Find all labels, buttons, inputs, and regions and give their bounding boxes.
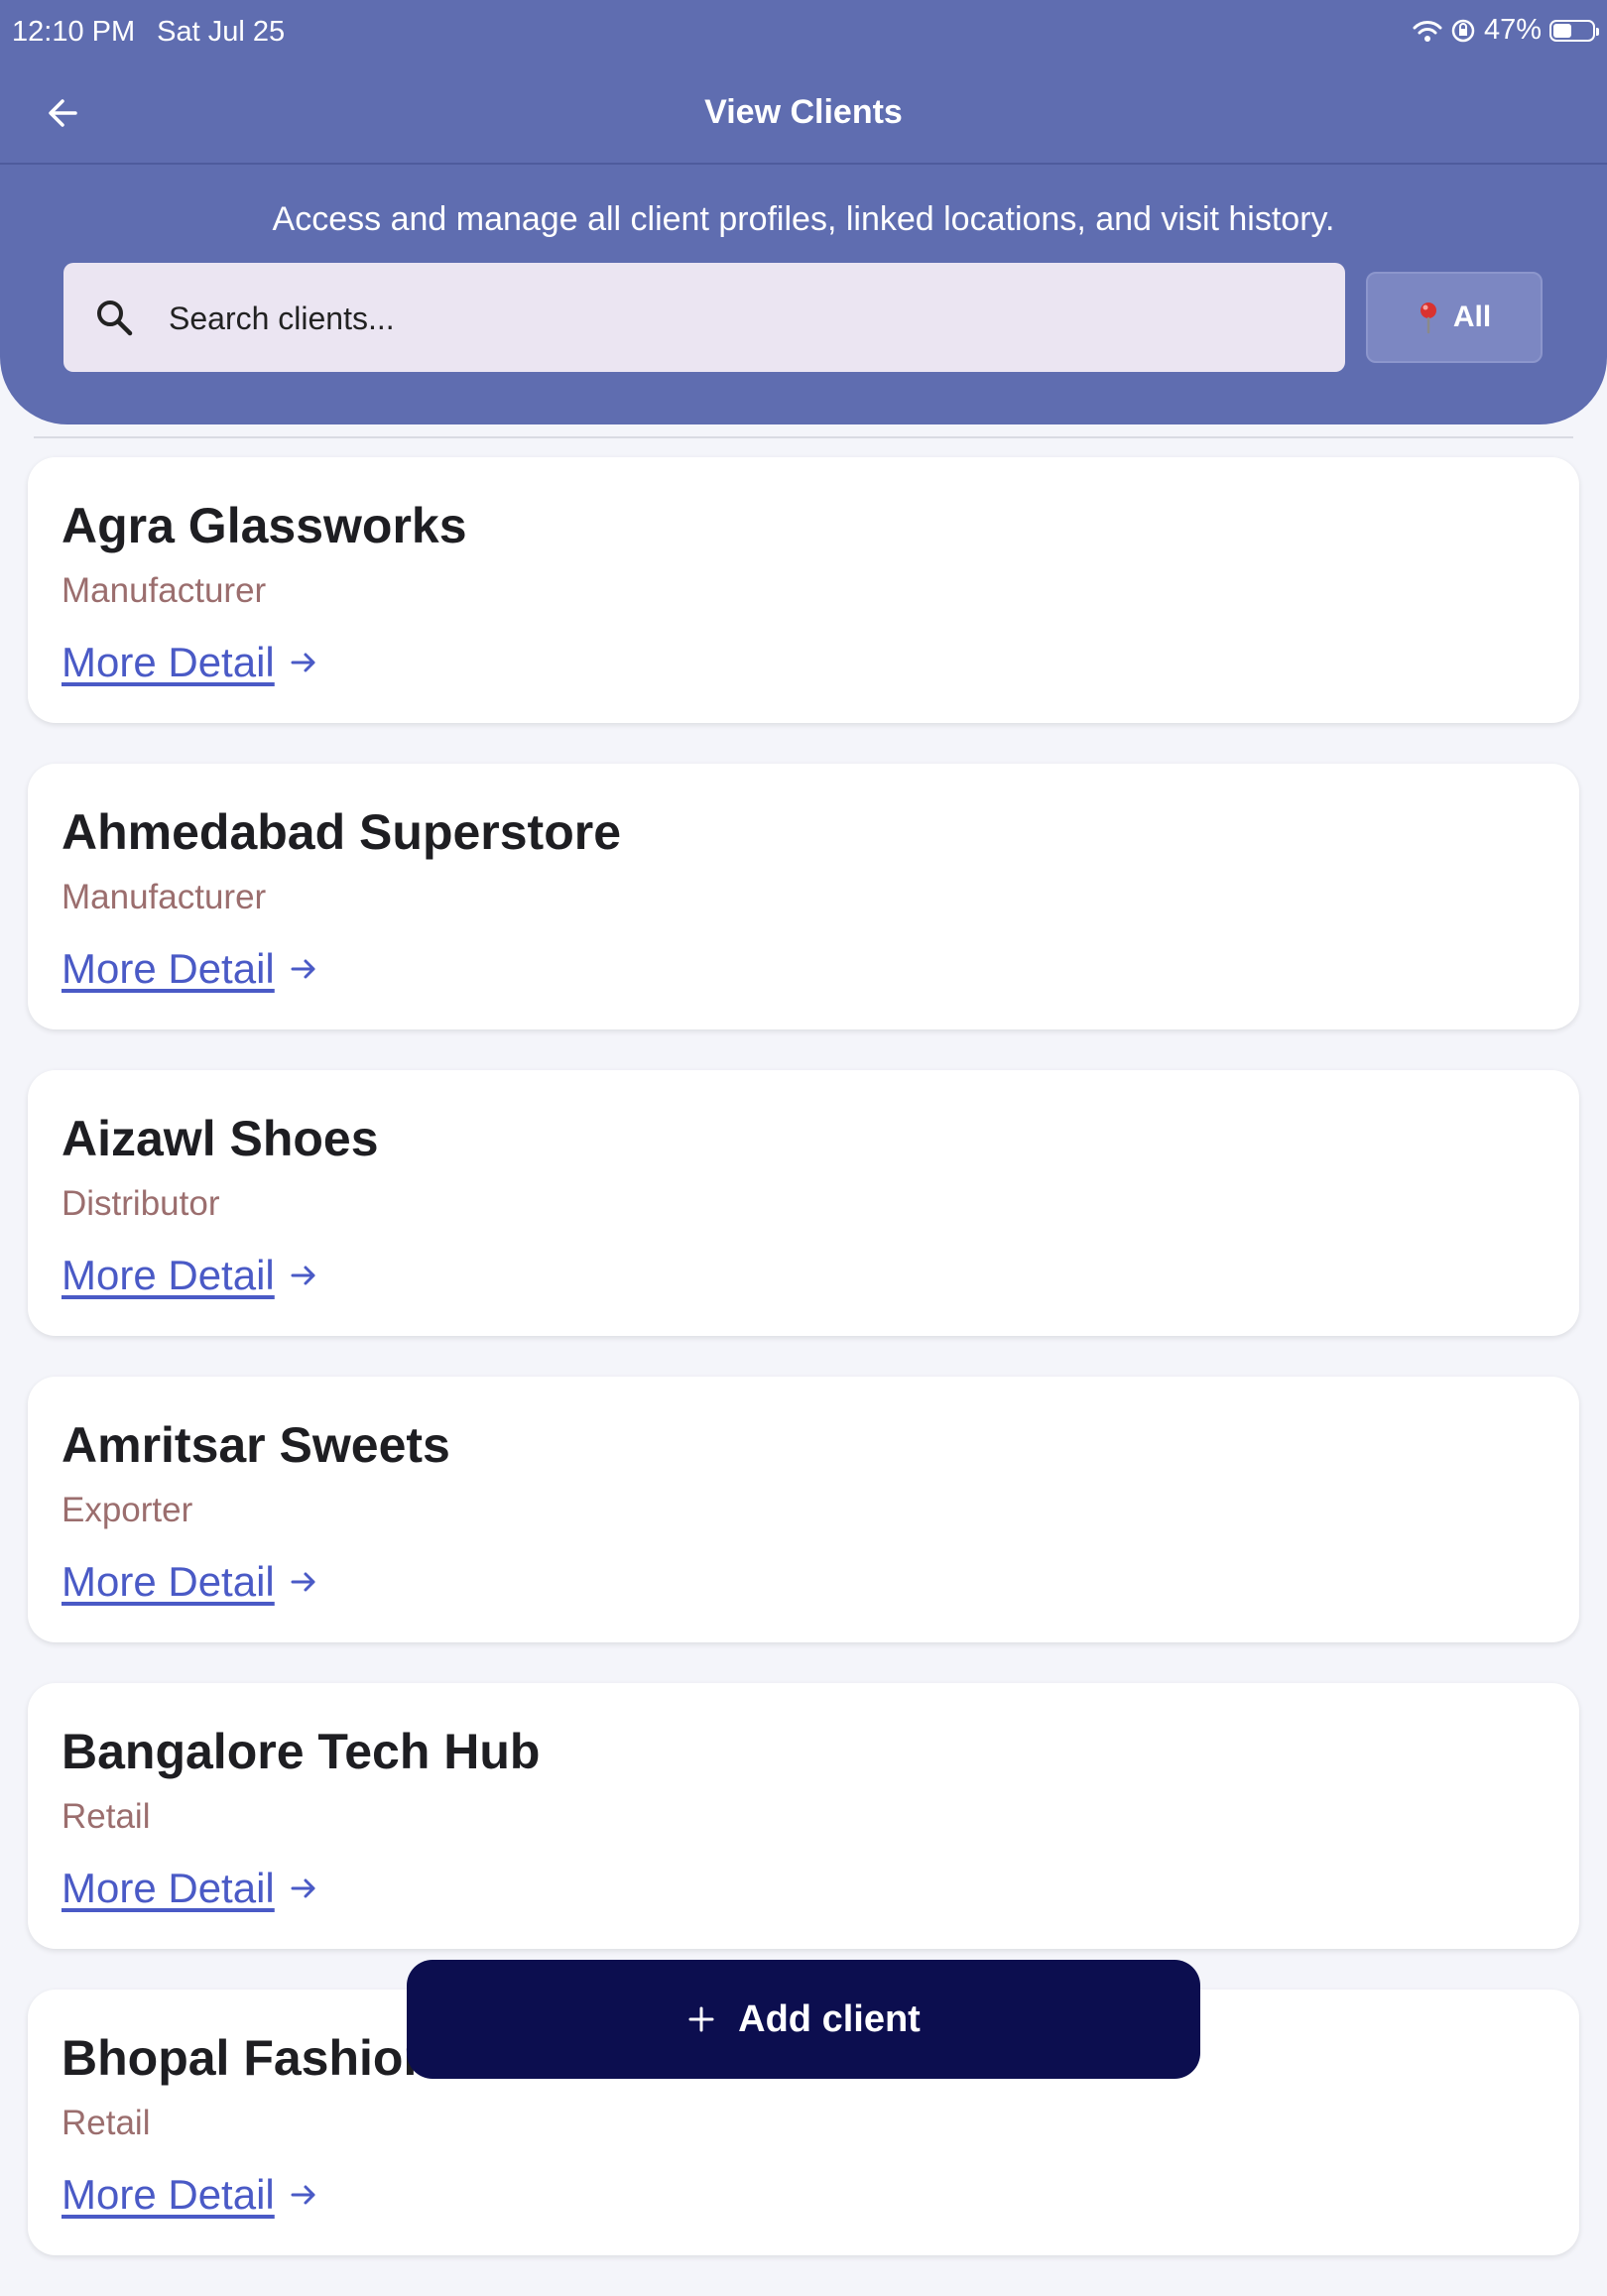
top-bar: View Clients (0, 63, 1607, 165)
client-name: Bhopal Fashion (62, 2030, 433, 2086)
search-field[interactable] (63, 263, 1345, 374)
header: 12:10 PM Sat Jul 25 47% View Clients Acc… (0, 0, 1607, 424)
arrow-right-icon (291, 2185, 315, 2205)
client-card[interactable]: Ahmedabad Superstore Manufacturer More D… (28, 764, 1579, 1029)
arrow-right-icon (291, 1572, 315, 1592)
more-detail-label: More Detail (62, 1252, 275, 1298)
client-type: Manufacturer (62, 878, 267, 916)
battery-icon (1549, 19, 1599, 42)
add-client-button[interactable]: Add client (407, 1960, 1200, 2079)
battery-percent: 47% (1483, 14, 1542, 46)
client-type: Retail (62, 2104, 151, 2142)
pin-icon (1420, 302, 1436, 334)
search-input[interactable] (167, 263, 1321, 374)
more-detail-label: More Detail (62, 639, 275, 685)
add-client-label: Add client (738, 1997, 921, 2040)
plus-icon (688, 2006, 714, 2032)
search-icon (97, 301, 133, 336)
client-name: Ahmedabad Superstore (62, 804, 622, 860)
client-type: Distributor (62, 1184, 220, 1223)
client-name: Agra Glassworks (62, 498, 467, 553)
wifi-icon (1413, 20, 1442, 42)
battery-fill (1553, 23, 1571, 38)
client-card[interactable]: Aizawl Shoes Distributor More Detail (28, 1070, 1579, 1336)
more-detail-label: More Detail (62, 945, 275, 992)
client-type: Retail (62, 1797, 151, 1836)
arrow-right-icon (291, 653, 315, 672)
more-detail-link[interactable]: More Detail (62, 1865, 318, 1912)
status-bar: 12:10 PM Sat Jul 25 47% (0, 0, 1607, 63)
arrow-right-icon (291, 959, 315, 979)
status-date: Sat Jul 25 (157, 16, 286, 48)
page-title: View Clients (704, 93, 903, 131)
more-detail-label: More Detail (62, 2171, 275, 2218)
filter-label: All (1452, 301, 1492, 333)
client-name: Amritsar Sweets (62, 1417, 450, 1473)
client-name: Aizawl Shoes (62, 1111, 379, 1166)
arrow-right-icon (291, 1878, 315, 1898)
client-type: Exporter (62, 1491, 193, 1529)
page-subtitle: Access and manage all client profiles, l… (272, 200, 1335, 238)
more-detail-link[interactable]: More Detail (62, 2171, 318, 2219)
more-detail-link[interactable]: More Detail (62, 1558, 318, 1606)
location-filter-button[interactable]: All (1366, 272, 1543, 363)
client-type: Manufacturer (62, 571, 267, 610)
more-detail-label: More Detail (62, 1865, 275, 1911)
client-card[interactable]: Agra Glassworks Manufacturer More Detail (28, 457, 1579, 723)
more-detail-link[interactable]: More Detail (62, 639, 318, 686)
client-card[interactable]: Amritsar Sweets Exporter More Detail (28, 1377, 1579, 1642)
more-detail-label: More Detail (62, 1558, 275, 1605)
client-name: Bangalore Tech Hub (62, 1724, 541, 1779)
divider (34, 436, 1573, 438)
arrow-right-icon (291, 1266, 315, 1285)
client-card[interactable]: Bangalore Tech Hub Retail More Detail (28, 1683, 1579, 1949)
more-detail-link[interactable]: More Detail (62, 1252, 318, 1299)
orientation-lock-icon (1451, 19, 1475, 42)
more-detail-link[interactable]: More Detail (62, 945, 318, 993)
status-time: 12:10 PM (12, 16, 136, 48)
